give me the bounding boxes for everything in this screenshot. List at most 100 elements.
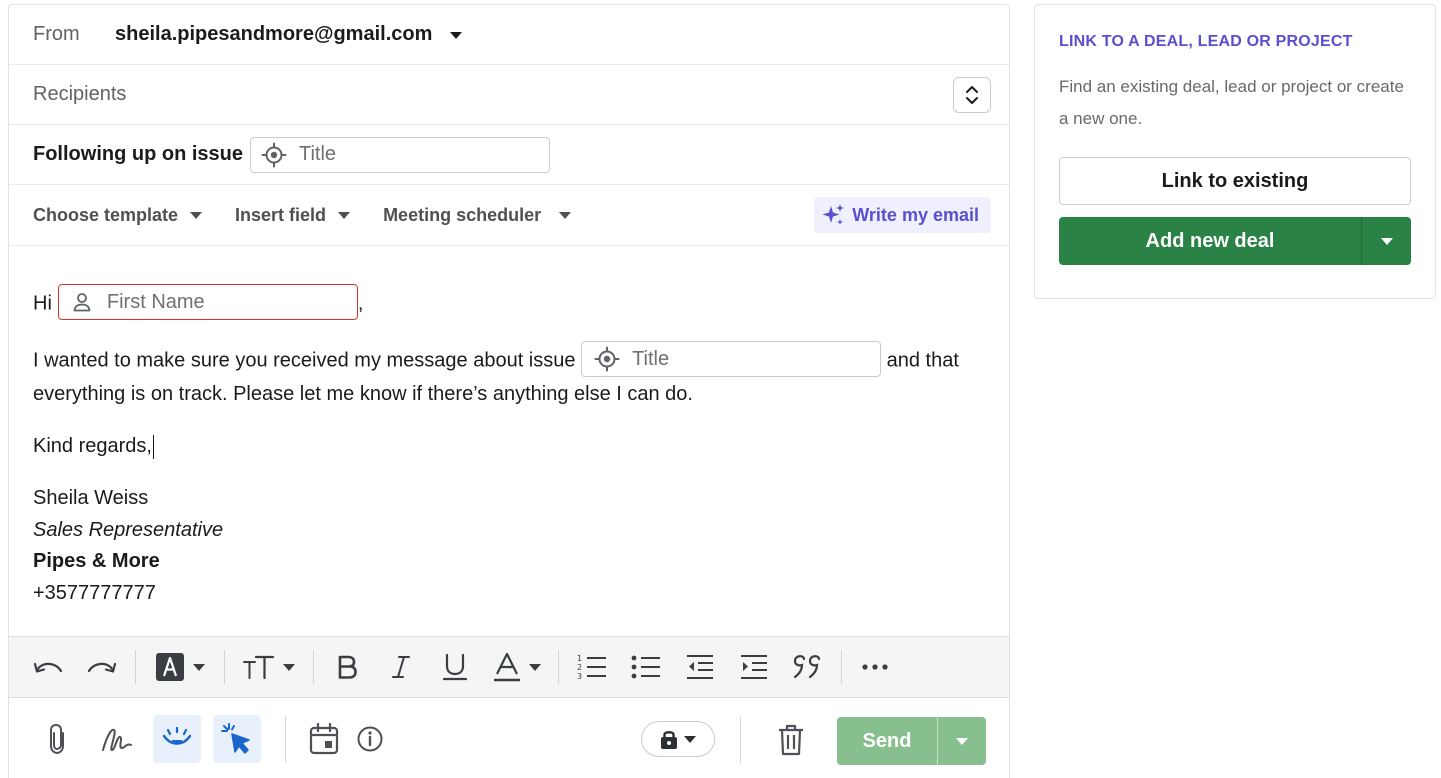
insert-field-dropdown[interactable]: Insert field (235, 204, 351, 226)
toolbar-divider (224, 650, 225, 684)
chevron-down-icon (529, 663, 541, 671)
chevron-down-icon (193, 663, 205, 671)
compose-actions-bar: Send (9, 698, 1009, 778)
more-icon (862, 664, 888, 670)
person-icon (73, 293, 91, 312)
undo-button[interactable] (21, 647, 75, 687)
recipients-expand-button[interactable] (953, 77, 991, 113)
email-compose-panel: From sheila.pipesandmore@gmail.com Recip… (8, 4, 1010, 778)
chevron-down-icon (559, 211, 572, 219)
choose-template-dropdown[interactable]: Choose template (33, 204, 203, 226)
text-color-button[interactable] (482, 647, 552, 687)
trash-icon (779, 724, 803, 756)
info-icon (357, 726, 383, 751)
closing-text: Kind regards, (33, 435, 152, 457)
attach-button[interactable] (33, 715, 81, 763)
quote-button[interactable] (781, 647, 835, 687)
from-label: From (33, 23, 80, 45)
signature-button[interactable] (93, 715, 141, 763)
recipients-input[interactable]: Recipients (33, 83, 126, 106)
write-my-email-button[interactable]: Write my email (814, 197, 991, 233)
quote-icon (793, 655, 821, 679)
subject-title-field[interactable]: Title (250, 136, 550, 173)
chevron-down-icon (1380, 237, 1393, 245)
redo-button[interactable] (75, 647, 129, 687)
underline-icon (443, 653, 467, 681)
paperclip-icon (50, 723, 64, 754)
highlight-button[interactable] (142, 647, 218, 687)
actions-divider (740, 717, 741, 763)
signature-icon (102, 728, 132, 751)
bullet-list-button[interactable] (619, 647, 673, 687)
text-color-icon (494, 652, 520, 682)
link-deal-panel: LINK TO A DEAL, LEAD OR PROJECT Find an … (1034, 4, 1436, 299)
add-new-deal-button[interactable]: Add new deal (1059, 230, 1361, 253)
closing-line: Kind regards, (33, 431, 985, 462)
chevron-down-icon (956, 737, 968, 745)
first-name-field[interactable]: First Name (57, 284, 358, 320)
schedule-send-button[interactable] (300, 715, 348, 763)
numbered-list-icon: 123 (577, 654, 606, 681)
greeting-comma: , (357, 292, 364, 315)
insert-field-label: Insert field (235, 204, 327, 225)
greeting-text: Hi (33, 292, 52, 315)
compose-toolbar: Choose template Insert field Meeting sch… (9, 185, 1009, 246)
actions-divider (285, 715, 286, 762)
formatting-toolbar: 123 (9, 636, 1009, 698)
outdent-button[interactable] (673, 647, 727, 687)
calendar-icon (309, 722, 339, 754)
bold-icon (338, 655, 357, 679)
text-size-button[interactable] (231, 647, 307, 687)
open-tracking-button[interactable] (153, 714, 201, 763)
target-icon (594, 346, 620, 372)
send-button-group: Send (837, 717, 986, 765)
meeting-scheduler-dropdown[interactable]: Meeting scheduler (383, 204, 572, 226)
privacy-dropdown[interactable] (641, 721, 715, 757)
signature-role: Sales Representative (33, 518, 224, 541)
discard-button[interactable] (769, 717, 813, 763)
chevron-down-icon (338, 211, 351, 219)
from-email-select[interactable]: sheila.pipesandmore@gmail.com (115, 23, 432, 46)
bullet-list-icon (631, 655, 660, 679)
choose-template-label: Choose template (33, 204, 179, 225)
link-to-existing-button[interactable]: Link to existing (1059, 157, 1411, 205)
svg-text:1: 1 (577, 654, 582, 663)
email-body-editor[interactable]: Hi First Name, I wanted to make sure you … (9, 246, 1009, 609)
signature-phone: +3577777777 (33, 581, 156, 604)
numbered-list-button[interactable]: 123 (565, 647, 619, 687)
text-size-icon (243, 655, 275, 680)
signature-block: Sheila Weiss Sales Representative Pipes … (33, 483, 985, 609)
text-highlight-icon (156, 653, 184, 681)
redo-icon (87, 662, 117, 673)
signature-company: Pipes & More (33, 550, 160, 572)
signature-name: Sheila Weiss (33, 487, 149, 509)
add-options-button[interactable] (1362, 237, 1411, 245)
link-panel-description: Find an existing deal, lead or project o… (1059, 77, 1404, 128)
target-icon (261, 142, 287, 167)
info-button[interactable] (346, 715, 394, 763)
add-new-deal-button-group: Add new deal (1059, 217, 1411, 265)
click-tracking-icon (221, 722, 250, 754)
more-options-button[interactable] (848, 647, 902, 687)
send-options-button[interactable] (938, 737, 986, 745)
send-button[interactable]: Send (837, 730, 937, 753)
meeting-scheduler-label: Meeting scheduler (383, 204, 542, 225)
chevron-down-icon[interactable] (450, 32, 463, 39)
bold-button[interactable] (320, 647, 374, 687)
chevron-down-icon (283, 663, 295, 671)
svg-text:2: 2 (577, 663, 582, 672)
italic-button[interactable] (374, 647, 428, 687)
greeting-line: Hi First Name, (33, 284, 985, 322)
paragraph-1-start: I wanted to make sure you received my me… (33, 349, 576, 372)
subject-title-placeholder: Title (299, 143, 337, 165)
underline-button[interactable] (428, 647, 482, 687)
recipients-row: Recipients (9, 65, 1009, 125)
subject-text[interactable]: Following up on issue (33, 143, 243, 166)
issue-title-field[interactable]: Title (581, 341, 882, 377)
click-tracking-button[interactable] (213, 714, 261, 763)
indent-button[interactable] (727, 647, 781, 687)
paragraph-1: I wanted to make sure you received my me… (33, 341, 985, 410)
first-name-placeholder: First Name (106, 290, 205, 313)
text-cursor (152, 434, 154, 459)
chevron-down-icon (190, 211, 203, 219)
